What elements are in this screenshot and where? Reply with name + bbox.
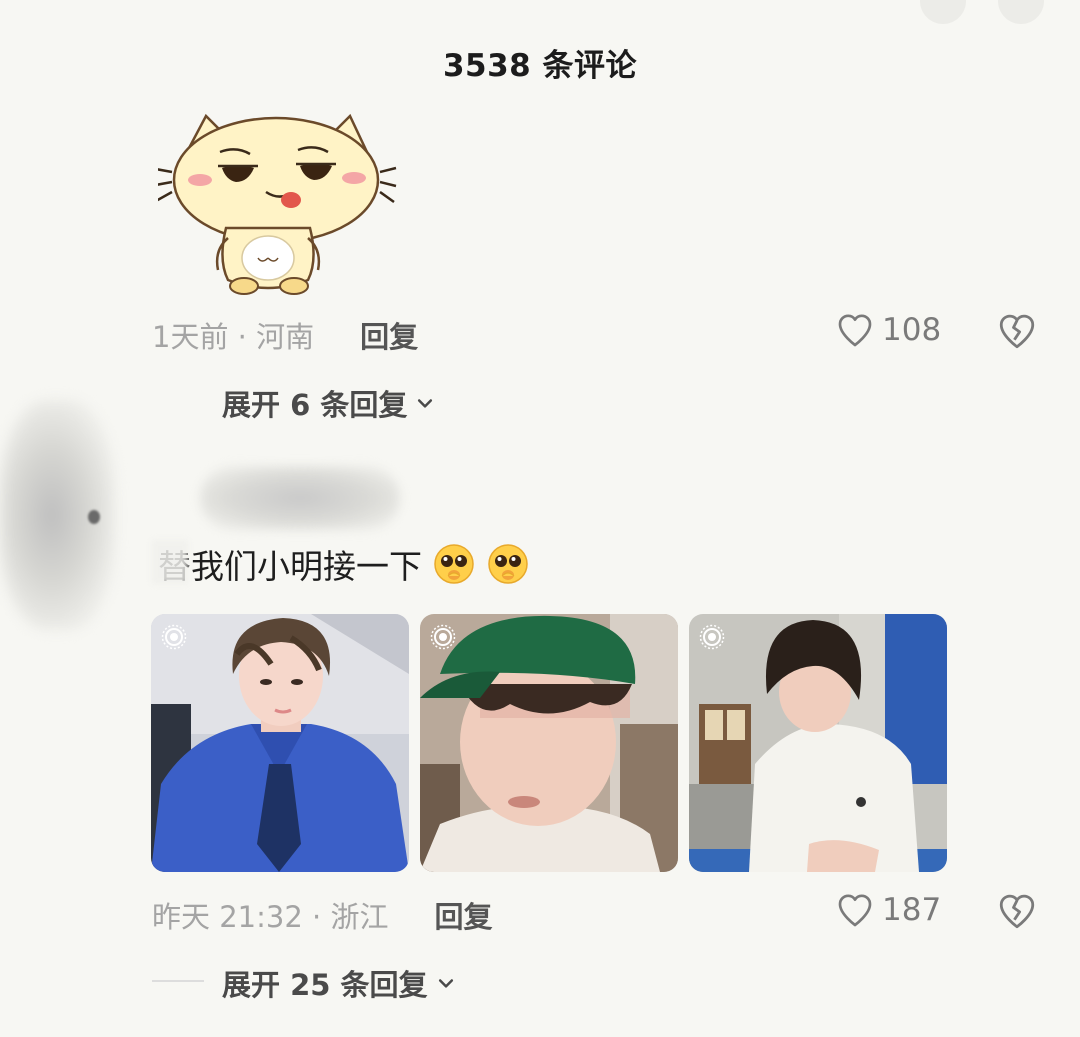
broken-heart-icon[interactable] (996, 890, 1038, 932)
top-controls (920, 0, 1044, 24)
comment-1-expand-label: 展开 6 条回复 (222, 388, 408, 422)
chevron-down-icon (438, 979, 453, 988)
heart-icon (838, 314, 872, 347)
comments-count-title: 3538 条评论 (442, 48, 638, 84)
comment-2-reply-button[interactable]: 回复 (434, 894, 492, 936)
photo-green-cap-person (420, 614, 678, 872)
comment-2-meta-row: 昨天 21:32 · 浙江 回复 (152, 894, 492, 936)
comment-1-time-location: 1天前 · 河南 (152, 320, 315, 354)
comment-1-expand-replies[interactable]: 展开 6 条回复 (222, 382, 435, 424)
comment-2-like-count: 187 (882, 892, 942, 928)
comment-2-photo-grid (151, 614, 947, 872)
comment-1-like-count: 108 (882, 312, 942, 348)
comment-2-text: 替我们小明接一下 (158, 547, 422, 586)
top-button-left[interactable] (920, 0, 966, 24)
chevron-down-icon (418, 399, 433, 408)
pleading-emoji-icon (434, 544, 474, 584)
comment-2-like-button[interactable]: 187 (834, 890, 941, 930)
heart-icon (838, 894, 872, 927)
avatar-detail (88, 510, 100, 524)
photo-white-tshirt-person (689, 614, 947, 872)
live-photo-icon (699, 624, 725, 650)
expand-divider-line (152, 980, 204, 982)
cat-sticker-image (158, 113, 397, 295)
comments-screen: 3538 条评论 1天前 · 河南 回复 108 展开 6 条回复 替我们小明接… (0, 0, 1080, 1037)
comment-2-text-row: 替我们小明接一下 (152, 540, 530, 588)
comment-2-time-location: 昨天 21:32 · 浙江 (152, 900, 389, 934)
top-button-right[interactable] (998, 0, 1044, 24)
text-blur-smear (152, 540, 188, 584)
broken-heart-icon[interactable] (996, 310, 1038, 352)
comment-2-photo-1[interactable] (151, 614, 409, 872)
comment-2-expand-label: 展开 25 条回复 (222, 968, 428, 1002)
commenter-2-username-blurred[interactable] (200, 466, 400, 530)
photo-blue-shirt-person (151, 614, 409, 872)
comment-2-photo-2[interactable] (420, 614, 678, 872)
comment-1-meta-row: 1天前 · 河南 回复 (152, 314, 418, 356)
comment-1-like-button[interactable]: 108 (834, 310, 941, 350)
comment-1-reply-button[interactable]: 回复 (360, 314, 418, 356)
comment-2-photo-3[interactable] (689, 614, 947, 872)
comment-2-expand-replies[interactable]: 展开 25 条回复 (222, 962, 456, 1004)
live-photo-icon (430, 624, 456, 650)
pleading-emoji-icon (488, 544, 528, 584)
live-photo-icon (161, 624, 187, 650)
